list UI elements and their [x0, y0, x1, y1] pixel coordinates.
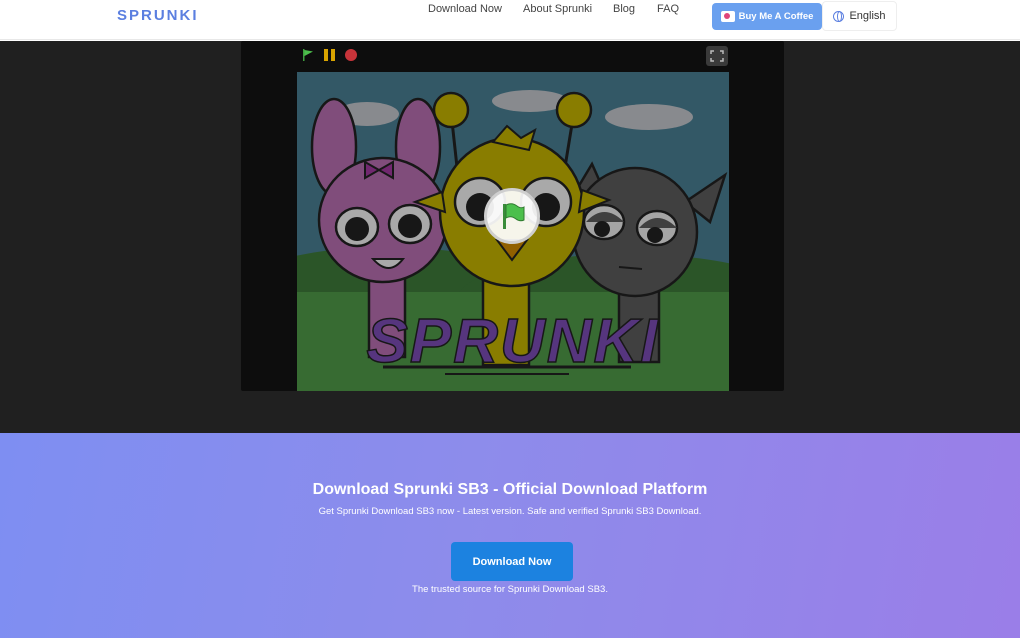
nav-blog[interactable]: Blog — [613, 3, 635, 15]
download-now-button[interactable]: Download Now — [451, 542, 573, 581]
hero-subtitle: Get Sprunki Download SB3 now - Latest ve… — [318, 506, 702, 517]
brand-logo[interactable]: SPRUNKI — [117, 7, 199, 24]
buy-me-a-coffee-button[interactable]: Buy Me A Coffee — [712, 3, 822, 30]
hero-note: The trusted source for Sprunki Download … — [412, 584, 608, 595]
language-label: English — [849, 10, 886, 22]
game-section: SPRUNKI — [0, 41, 1020, 433]
coffee-cup-icon — [720, 11, 735, 22]
green-flag-icon[interactable] — [302, 49, 314, 61]
start-game-button[interactable] — [484, 188, 540, 244]
download-hero: Download Sprunki SB3 - Official Download… — [0, 433, 1020, 638]
green-flag-icon — [503, 203, 525, 229]
pause-icon[interactable] — [324, 49, 336, 61]
nav-download-now[interactable]: Download Now — [428, 3, 502, 15]
stop-icon[interactable] — [345, 49, 357, 61]
globe-icon — [833, 10, 845, 22]
fullscreen-icon[interactable] — [706, 46, 728, 66]
language-selector[interactable]: English — [822, 1, 897, 31]
nav-faq[interactable]: FAQ — [657, 3, 679, 15]
site-header: SPRUNKI Download Now About Sprunki Blog … — [0, 0, 1020, 40]
coffee-button-label: Buy Me A Coffee — [738, 11, 814, 22]
hero-title: Download Sprunki SB3 - Official Download… — [312, 481, 708, 498]
nav-about-sprunki[interactable]: About Sprunki — [523, 3, 592, 15]
game-player: SPRUNKI — [241, 41, 784, 391]
